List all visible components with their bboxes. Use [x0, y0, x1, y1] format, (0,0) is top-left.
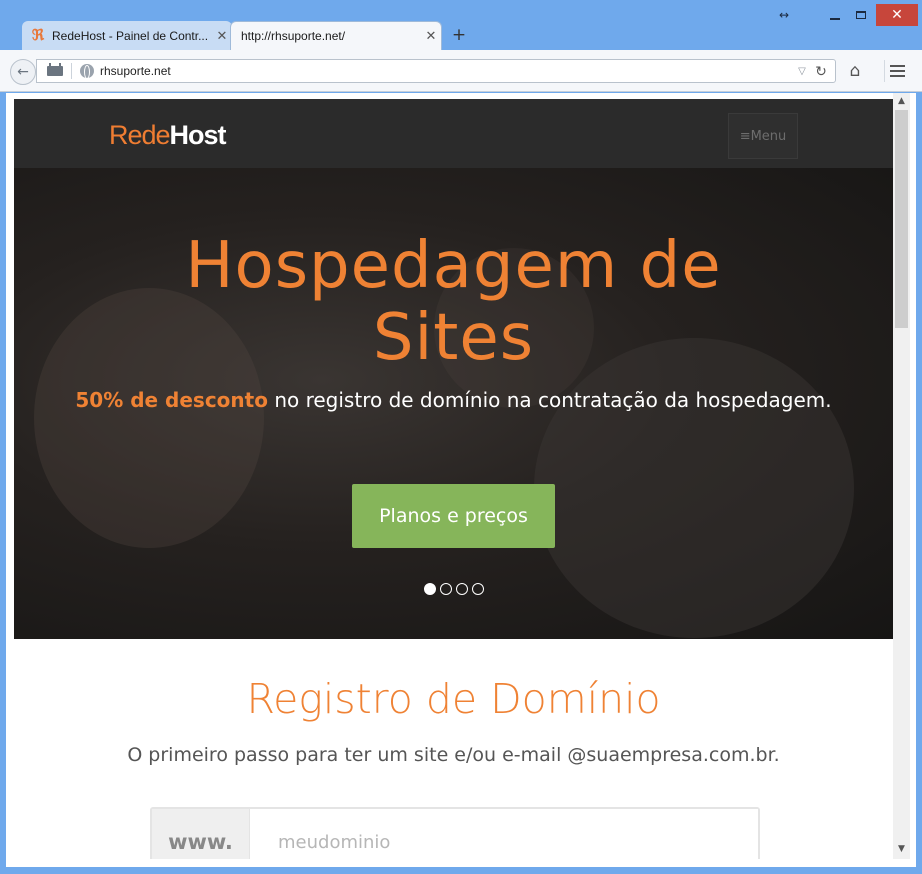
page-viewport: RedeHost ≡Menu Hospedagem de Sites 50% d… — [6, 93, 916, 867]
address-bar[interactable]: rhsuporte.net ▽ ↻ — [36, 59, 836, 83]
reload-icon[interactable]: ↻ — [811, 63, 831, 80]
logo-text-host: Host — [169, 120, 227, 150]
hero-title-line: Hospedagem de — [185, 229, 722, 303]
scroll-down-icon[interactable]: ▼ — [893, 841, 910, 858]
tab-redehost-painel[interactable]: ℜ RedeHost - Painel de Contr... ✕ — [22, 21, 232, 50]
domain-section-subtitle: O primeiro passo para ter um site e/ou e… — [127, 744, 780, 766]
menu-button[interactable]: ≡Menu — [728, 113, 798, 159]
back-button[interactable]: ← — [10, 59, 36, 85]
discount-highlight: 50% de desconto — [75, 388, 268, 412]
site-logo[interactable]: RedeHost — [109, 120, 227, 151]
hero-title: Hospedagem de Sites — [14, 230, 893, 374]
carousel-dot[interactable] — [440, 583, 452, 595]
new-tab-button[interactable]: + — [450, 26, 468, 44]
vertical-scrollbar[interactable]: ▲ ▼ — [893, 93, 910, 859]
scroll-thumb[interactable] — [895, 110, 908, 328]
carousel-dot[interactable] — [472, 583, 484, 595]
carousel-dot[interactable] — [456, 583, 468, 595]
tab-title: RedeHost - Painel de Contr... — [52, 28, 209, 43]
carousel-dot[interactable] — [424, 583, 436, 595]
history-icon[interactable] — [47, 63, 63, 76]
domain-input[interactable] — [250, 809, 758, 859]
logo-text-rede: Rede — [109, 120, 171, 150]
maximize-button[interactable] — [848, 4, 874, 26]
tab-close-icon[interactable]: ✕ — [212, 28, 232, 44]
web-page: RedeHost ≡Menu Hospedagem de Sites 50% d… — [14, 99, 893, 859]
hero-banner: Hospedagem de Sites 50% de desconto no r… — [14, 168, 893, 639]
dropdown-icon[interactable]: ▽ — [793, 66, 811, 77]
plans-and-prices-button[interactable]: Planos e preços — [352, 484, 555, 548]
tab-title: http://rhsuporte.net/ — [241, 29, 346, 43]
hamburger-icon[interactable] — [884, 60, 910, 82]
hero-subtitle: 50% de desconto no registro de domínio n… — [14, 388, 893, 412]
close-window-button[interactable]: ✕ — [876, 4, 918, 26]
url-text[interactable]: rhsuporte.net — [100, 64, 793, 78]
url-separator — [71, 63, 72, 79]
tab-close-icon[interactable]: ✕ — [421, 28, 441, 44]
home-icon[interactable]: ⌂ — [842, 60, 868, 82]
browser-window: ↔ ✕ ℜ RedeHost - Painel de Contr... ✕ ht… — [0, 0, 922, 874]
back-arrow-icon: ← — [17, 64, 29, 80]
tab-rhsuporte[interactable]: http://rhsuporte.net/ ✕ — [230, 21, 442, 50]
scroll-up-icon[interactable]: ▲ — [893, 93, 910, 110]
redehost-logo-icon: ℜ — [31, 26, 45, 44]
carousel-dots — [424, 583, 484, 595]
minimize-button[interactable] — [822, 4, 848, 26]
resize-icon[interactable]: ↔ — [772, 4, 796, 26]
navigation-bar: ← rhsuporte.net ▽ ↻ ⌂ — [0, 50, 922, 92]
www-prefix: www. — [152, 809, 250, 859]
maximize-icon — [856, 11, 866, 19]
minimize-icon — [830, 18, 840, 20]
hero-title-line: Sites — [372, 301, 535, 375]
globe-icon[interactable] — [80, 64, 94, 79]
domain-search-form: www. — [150, 807, 760, 859]
hero-background-shape — [534, 338, 854, 638]
hero-subtitle-text: no registro de domínio na contratação da… — [267, 388, 832, 412]
site-header: RedeHost ≡Menu — [14, 99, 893, 168]
title-bar: ↔ ✕ ℜ RedeHost - Painel de Contr... ✕ ht… — [0, 0, 922, 50]
domain-section-title: Registro de Domínio — [246, 675, 661, 723]
